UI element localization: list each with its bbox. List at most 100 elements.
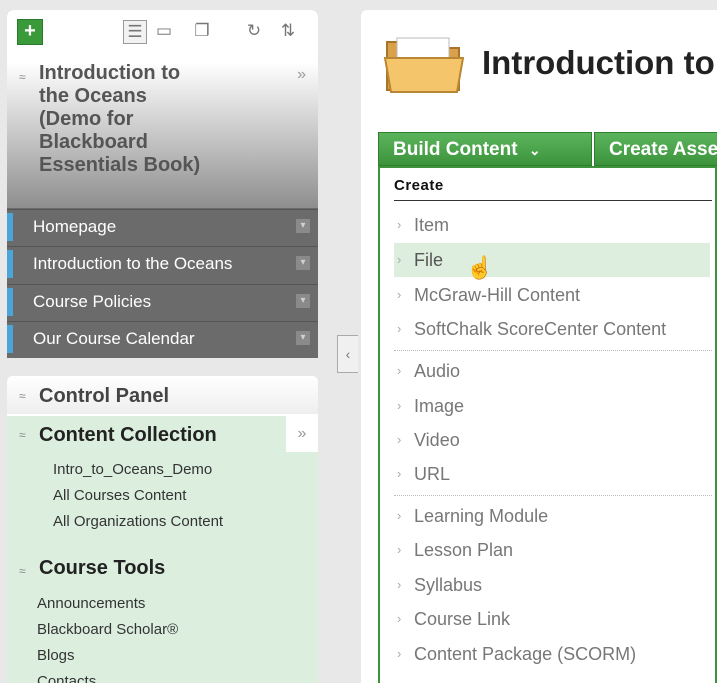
- create-assessment-button[interactable]: Create Assessment: [594, 132, 717, 166]
- menu-item-label: Audio: [414, 361, 461, 381]
- chevron-down-icon[interactable]: ▾: [296, 331, 310, 345]
- collapse-icon[interactable]: ≈: [19, 70, 26, 84]
- arrow-right-icon: ›: [397, 321, 402, 336]
- add-menu-item-button[interactable]: +: [17, 19, 43, 45]
- arrow-right-icon: ›: [397, 363, 402, 378]
- arrow-right-icon: ›: [397, 432, 402, 447]
- content-collection-header[interactable]: ≈ Content Collection »: [7, 416, 318, 452]
- build-content-label: Build Content: [393, 139, 518, 160]
- sidebar-item-homepage[interactable]: Homepage ▾: [7, 209, 318, 244]
- course-title-box: ≈ Introduction to the Oceans (Demo for B…: [7, 62, 318, 208]
- sidebar-item-label: Homepage: [33, 217, 117, 236]
- sidebar-item-course-policies[interactable]: Course Policies ▾: [7, 284, 318, 319]
- course-tool-link[interactable]: Blackboard Scholar®: [37, 621, 178, 638]
- control-panel-title: Control Panel: [39, 385, 170, 407]
- main-content: Introduction to Build Content ⌄ Create A…: [361, 10, 717, 683]
- collapse-icon[interactable]: ≈: [19, 389, 26, 403]
- arrow-right-icon: ›: [397, 611, 402, 626]
- content-collection-link[interactable]: Intro_to_Oceans_Demo: [53, 461, 212, 478]
- course-title[interactable]: Introduction to the Oceans (Demo for Bla…: [39, 62, 269, 177]
- arrow-right-icon: ›: [397, 542, 402, 557]
- menu-item-learning-module[interactable]: › Learning Module: [394, 499, 710, 533]
- menu-item-label: Lesson Plan: [414, 540, 514, 560]
- sidebar-item-introduction[interactable]: Introduction to the Oceans ▾: [7, 246, 318, 281]
- chevron-down-icon: ⌄: [528, 142, 541, 158]
- folder-view-icon[interactable]: ▭: [153, 20, 175, 42]
- arrow-right-icon: ›: [397, 398, 402, 413]
- menu-item-label: Item: [414, 215, 450, 235]
- menu-item-label: Video: [414, 430, 460, 450]
- menu-item-item[interactable]: › Item: [394, 208, 710, 242]
- menu-item-label: McGraw-Hill Content: [414, 285, 581, 305]
- menu-divider: [394, 495, 712, 496]
- sort-icon[interactable]: ⇅: [277, 20, 299, 42]
- menu-item-course-link[interactable]: › Course Link: [394, 602, 710, 636]
- list-view-icon[interactable]: ☰: [123, 20, 147, 44]
- course-tool-link[interactable]: Blogs: [37, 647, 75, 664]
- double-chevron-right-icon[interactable]: »: [286, 416, 318, 452]
- sidebar-item-course-calendar[interactable]: Our Course Calendar ▾: [7, 321, 318, 356]
- arrow-right-icon: ›: [397, 287, 402, 302]
- course-tool-link[interactable]: Announcements: [37, 595, 145, 612]
- arrow-right-icon: ›: [397, 217, 402, 232]
- menu-item-label: URL: [414, 464, 451, 484]
- menu-item-video[interactable]: › Video: [394, 423, 710, 457]
- collapse-icon[interactable]: ≈: [19, 564, 26, 578]
- menu-item-softchalk[interactable]: › SoftChalk ScoreCenter Content: [394, 312, 710, 346]
- menu-item-mcgraw-hill[interactable]: › McGraw-Hill Content: [394, 278, 710, 312]
- content-collection-title: Content Collection: [39, 424, 217, 446]
- menu-item-label: Syllabus: [414, 575, 483, 595]
- control-panel-header[interactable]: ≈ Control Panel: [7, 376, 318, 414]
- chevron-down-icon[interactable]: ▾: [296, 294, 310, 308]
- arrow-right-icon: ›: [397, 646, 402, 661]
- menu-item-label: Image: [414, 396, 465, 416]
- arrow-right-icon: ›: [397, 577, 402, 592]
- menu-item-file[interactable]: › File ☝: [394, 243, 710, 280]
- menu-divider: [394, 350, 712, 351]
- page-title: Introduction to: [482, 44, 715, 81]
- arrow-right-icon: ›: [397, 252, 402, 267]
- course-menu: + ☰ ▭ ❐ ↻ ⇅ ≈ Introduction to the Oceans…: [7, 10, 318, 358]
- menu-item-label: SoftChalk ScoreCenter Content: [414, 319, 667, 339]
- menu-item-label: Content Package (SCORM): [414, 644, 637, 664]
- folder-icon: [383, 37, 465, 93]
- menu-item-url[interactable]: › URL: [394, 457, 710, 491]
- refresh-icon[interactable]: ↻: [243, 20, 265, 42]
- chevron-down-icon[interactable]: ▾: [296, 256, 310, 270]
- collapse-sidebar-handle[interactable]: ‹: [337, 335, 358, 373]
- menu-item-image[interactable]: › Image: [394, 389, 710, 423]
- menu-item-audio[interactable]: › Audio: [394, 354, 710, 388]
- menu-item-lesson-plan[interactable]: › Lesson Plan: [394, 533, 710, 567]
- content-collection-list: Intro_to_Oceans_Demo All Courses Content…: [7, 452, 318, 544]
- sidebar-item-label: Introduction to the Oceans: [33, 254, 233, 273]
- arrow-right-icon: ›: [397, 508, 402, 523]
- chevron-left-icon[interactable]: ‹: [346, 346, 351, 362]
- course-sidebar: + ☰ ▭ ❐ ↻ ⇅ ≈ Introduction to the Oceans…: [7, 10, 318, 683]
- build-content-button[interactable]: Build Content ⌄: [378, 132, 592, 166]
- content-collection-link[interactable]: All Organizations Content: [53, 513, 223, 530]
- nav-accent-bar: [7, 325, 13, 353]
- build-content-menu: Create › Item › File ☝ › McGraw-Hill Con…: [378, 166, 717, 683]
- chevron-down-icon[interactable]: ▾: [296, 219, 310, 233]
- course-tools-title: Course Tools: [39, 557, 166, 579]
- control-panel: ≈ Control Panel ≈ Content Collection » I…: [7, 376, 318, 683]
- nav-accent-bar: [7, 213, 13, 241]
- content-collection-link[interactable]: All Courses Content: [53, 487, 186, 504]
- nav-accent-bar: [7, 288, 13, 316]
- create-assessment-label: Create Assessment: [609, 139, 717, 160]
- collapse-icon[interactable]: ≈: [19, 428, 26, 442]
- menu-item-syllabus[interactable]: › Syllabus: [394, 568, 710, 602]
- menu-item-label: Course Link: [414, 609, 511, 629]
- window-icon[interactable]: ❐: [191, 20, 213, 42]
- nav-accent-bar: [7, 250, 13, 278]
- course-tool-link[interactable]: Contacts: [37, 673, 96, 683]
- menu-item-label: Learning Module: [414, 506, 549, 526]
- sidebar-item-label: Course Policies: [33, 292, 152, 311]
- arrow-right-icon: ›: [397, 466, 402, 481]
- double-chevron-right-icon[interactable]: »: [297, 66, 306, 84]
- menu-rule: [394, 200, 712, 201]
- menu-item-content-package[interactable]: › Content Package (SCORM): [394, 637, 710, 671]
- menu-item-label: File: [414, 250, 444, 270]
- course-menu-toolbar: + ☰ ▭ ❐ ↻ ⇅: [7, 10, 318, 62]
- menu-section-title: Create: [394, 177, 444, 194]
